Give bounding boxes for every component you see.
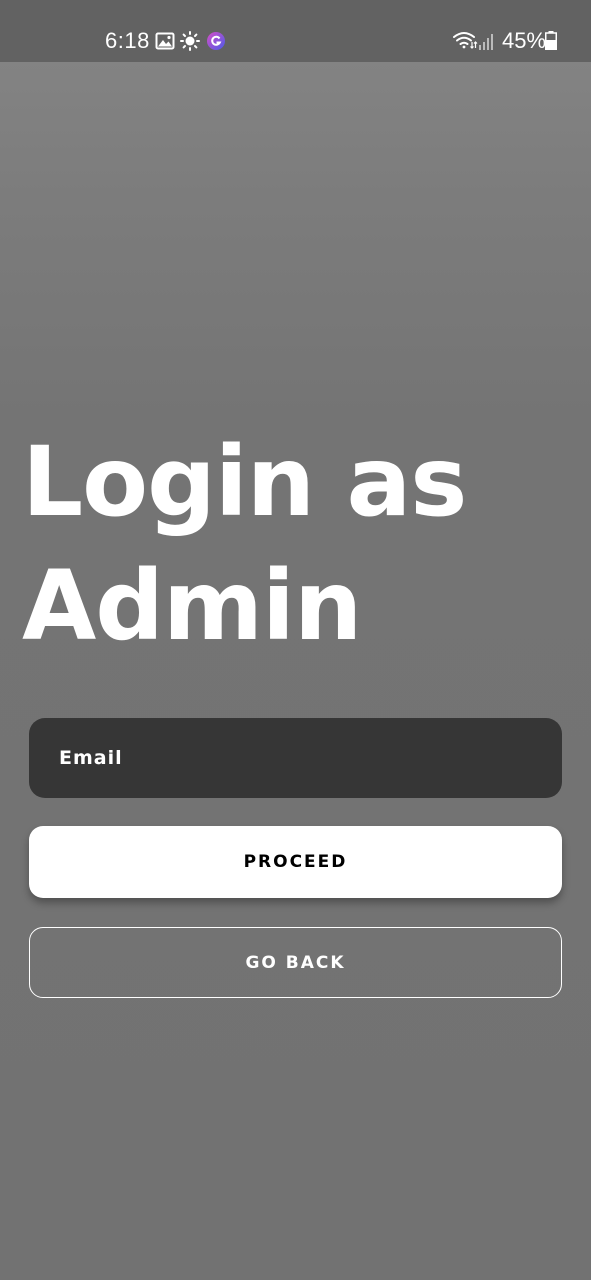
status-time: 6:18 bbox=[105, 28, 150, 53]
page-title-line-2: Admin bbox=[22, 550, 362, 662]
proceed-button[interactable]: PROCEED bbox=[29, 826, 562, 898]
sun-icon bbox=[180, 31, 200, 51]
signal-icon bbox=[479, 34, 493, 50]
app-notification-icon bbox=[207, 32, 225, 50]
battery-icon bbox=[545, 31, 557, 50]
go-back-button[interactable]: GO BACK bbox=[29, 927, 562, 998]
wifi-icon bbox=[453, 32, 478, 49]
page-title: Login as Admin bbox=[22, 420, 572, 668]
email-field[interactable] bbox=[29, 718, 562, 798]
page-title-line-1: Login as bbox=[22, 426, 467, 538]
gallery-icon bbox=[155, 32, 175, 50]
status-bar: 6:18 45% bbox=[0, 0, 591, 62]
battery-percentage: 45% bbox=[502, 28, 547, 53]
